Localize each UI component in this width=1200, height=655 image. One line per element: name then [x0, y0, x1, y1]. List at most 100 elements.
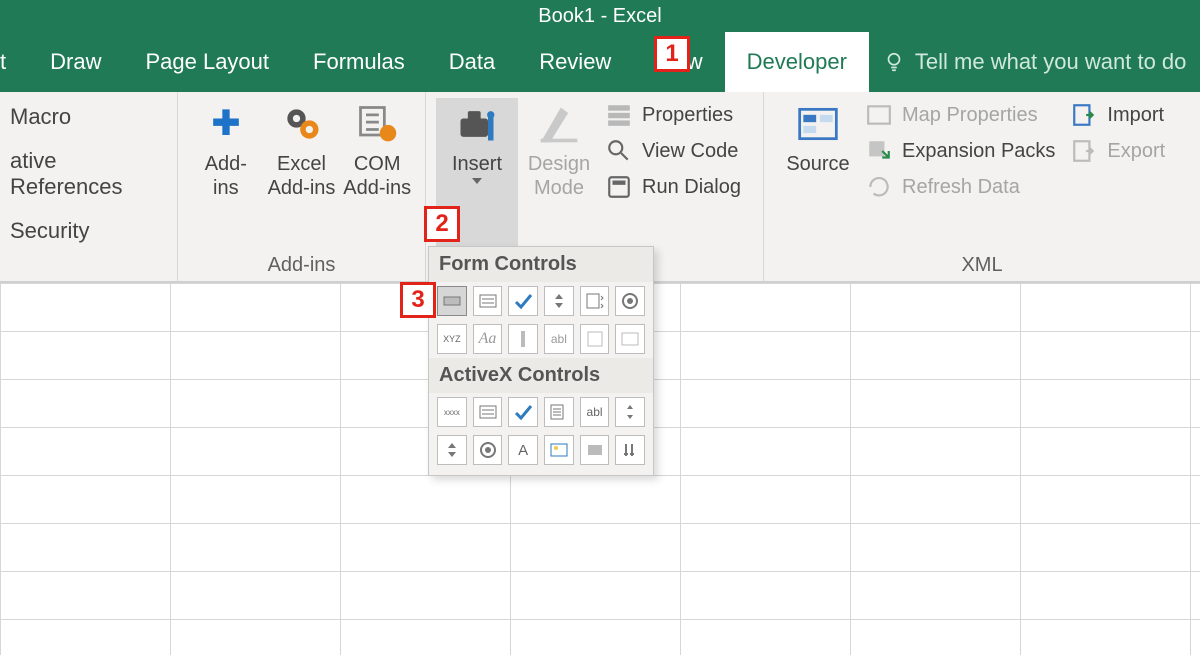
lightbulb-icon — [883, 51, 905, 73]
form-option-control[interactable] — [615, 286, 645, 316]
design-mode-button[interactable]: Design Mode — [518, 98, 600, 252]
refresh-data-button[interactable]: Refresh Data — [866, 174, 1055, 200]
form-image-control[interactable] — [615, 324, 645, 354]
com-addins-label: COM Add-ins — [343, 152, 411, 200]
gear-icon — [280, 102, 324, 146]
tab-partial[interactable]: t — [0, 32, 28, 92]
export-icon — [1071, 138, 1097, 164]
refresh-data-label: Refresh Data — [902, 176, 1020, 199]
design-mode-icon — [537, 102, 581, 146]
ax-listbox-control[interactable] — [544, 397, 574, 427]
insert-label: Insert — [452, 152, 502, 176]
properties-label: Properties — [642, 104, 733, 127]
map-properties-button[interactable]: Map Properties — [866, 102, 1055, 128]
form-groupbox-control[interactable]: XYZ — [437, 324, 467, 354]
ax-textbox-control[interactable]: abl — [580, 397, 610, 427]
ax-commandbutton-control[interactable]: xxxx — [437, 397, 467, 427]
expansion-packs-button[interactable]: Expansion Packs — [866, 138, 1055, 164]
view-code-button[interactable]: View Code — [606, 138, 741, 164]
activex-controls-row1: xxxx abl — [429, 393, 653, 431]
run-dialog-icon — [606, 174, 632, 200]
macro-security-button[interactable]: Security — [10, 218, 167, 244]
source-button[interactable]: Source — [774, 98, 862, 252]
callout-1: 1 — [654, 36, 690, 72]
tab-developer[interactable]: Developer — [725, 32, 869, 92]
form-controls-row1 — [429, 282, 653, 320]
form-label-control[interactable]: Aa — [473, 324, 503, 354]
tab-review[interactable]: Review — [517, 32, 633, 92]
expansion-packs-label: Expansion Packs — [902, 140, 1055, 163]
group-xml: Source Map Properties Expansion Packs Re… — [764, 92, 1200, 281]
app-title: Book1 - Excel — [538, 5, 661, 27]
record-macro-label: Macro — [10, 104, 71, 130]
form-spin-control[interactable] — [544, 286, 574, 316]
map-properties-label: Map Properties — [902, 104, 1038, 127]
title-bar: Book1 - Excel — [0, 0, 1200, 32]
group-code: Macro ative References Security — [0, 92, 178, 281]
callout-2: 2 — [424, 206, 460, 242]
group-addins: Add- ins Excel Add-ins COM Add-ins Add-i… — [178, 92, 426, 281]
group-xml-label: XML — [774, 252, 1190, 281]
addins-label: Add- ins — [205, 152, 247, 200]
group-code-label — [10, 252, 167, 281]
tab-data[interactable]: Data — [427, 32, 517, 92]
design-mode-label: Design Mode — [528, 152, 590, 200]
tell-me[interactable]: Tell me what you want to do — [869, 49, 1186, 75]
view-code-icon — [606, 138, 632, 164]
excel-addins-button[interactable]: Excel Add-ins — [264, 98, 340, 252]
import-label: Import — [1107, 104, 1164, 127]
insert-controls-dropdown: Form Controls XYZ Aa abl ActiveX Control… — [428, 246, 654, 476]
refresh-icon — [866, 174, 892, 200]
run-dialog-button[interactable]: Run Dialog — [606, 174, 741, 200]
properties-button[interactable]: Properties — [606, 102, 741, 128]
form-checkbox-control[interactable] — [508, 286, 538, 316]
ax-spin-control[interactable] — [437, 435, 467, 465]
import-icon — [1071, 102, 1097, 128]
form-frame-control[interactable] — [580, 324, 610, 354]
ax-image-control[interactable] — [544, 435, 574, 465]
source-icon — [796, 102, 840, 146]
relative-references-label: ative References — [10, 148, 167, 200]
addins-button[interactable]: Add- ins — [188, 98, 264, 252]
macro-security-label: Security — [10, 218, 89, 244]
expansion-packs-icon — [866, 138, 892, 164]
view-code-label: View Code — [642, 140, 738, 163]
form-textfield-control[interactable]: abl — [544, 324, 574, 354]
form-listbox-control[interactable] — [580, 286, 610, 316]
form-combobox-control[interactable] — [473, 286, 503, 316]
export-label: Export — [1107, 140, 1165, 163]
excel-addins-label: Excel Add-ins — [268, 152, 336, 200]
ax-combobox-control[interactable] — [473, 397, 503, 427]
ax-more-controls[interactable] — [615, 435, 645, 465]
import-button[interactable]: Import — [1071, 102, 1165, 128]
form-controls-header: Form Controls — [429, 247, 653, 282]
activex-controls-header: ActiveX Controls — [429, 358, 653, 393]
source-label: Source — [786, 152, 849, 176]
com-addins-button[interactable]: COM Add-ins — [339, 98, 415, 252]
addins-icon — [204, 102, 248, 146]
com-addins-icon — [355, 102, 399, 146]
ax-option-control[interactable] — [473, 435, 503, 465]
map-properties-icon — [866, 102, 892, 128]
run-dialog-label: Run Dialog — [642, 176, 741, 199]
tab-formulas[interactable]: Formulas — [291, 32, 427, 92]
tab-draw[interactable]: Draw — [28, 32, 123, 92]
callout-3: 3 — [400, 282, 436, 318]
record-macro-button[interactable]: Macro — [10, 104, 167, 130]
form-scrollbar-control[interactable] — [508, 324, 538, 354]
ax-toggle-control[interactable] — [580, 435, 610, 465]
form-controls-row2: XYZ Aa abl — [429, 320, 653, 358]
ribbon-tabs: t Draw Page Layout Formulas Data Review … — [0, 32, 1200, 92]
form-button-control[interactable] — [437, 286, 467, 316]
tell-me-label: Tell me what you want to do — [915, 49, 1186, 75]
export-button[interactable]: Export — [1071, 138, 1165, 164]
group-addins-label: Add-ins — [188, 252, 415, 281]
ax-label-control[interactable]: A — [508, 435, 538, 465]
chevron-down-icon — [472, 178, 482, 184]
properties-icon — [606, 102, 632, 128]
toolbox-icon — [455, 102, 499, 146]
tab-page-layout[interactable]: Page Layout — [123, 32, 291, 92]
ax-checkbox-control[interactable] — [508, 397, 538, 427]
relative-references-button[interactable]: ative References — [10, 148, 167, 200]
ax-scrollbar-control[interactable] — [615, 397, 645, 427]
